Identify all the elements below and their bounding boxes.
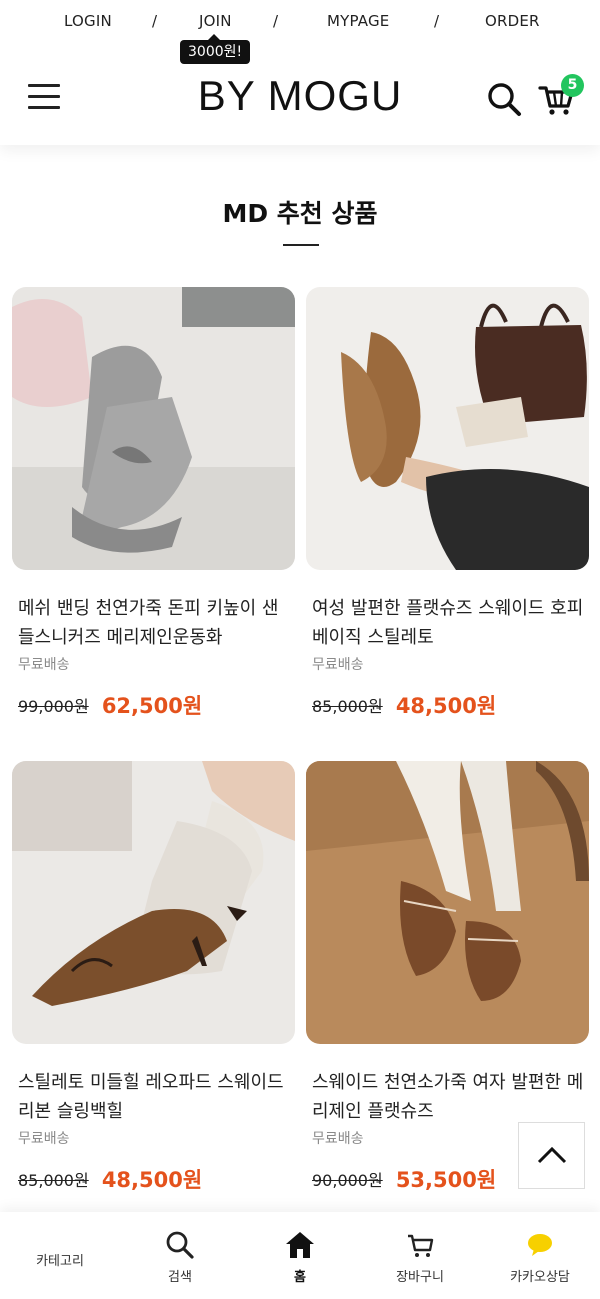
search-icon	[166, 1231, 194, 1259]
price-row: 85,000원 48,500원	[12, 1164, 295, 1194]
bottom-navigation: 카테고리 검색 홈 장바구니 카카오상담	[0, 1212, 600, 1299]
mypage-link[interactable]: MYPAGE	[327, 12, 390, 30]
nav-label: 장바구니	[396, 1270, 444, 1285]
sale-price: 53,500원	[395, 1168, 497, 1192]
product-card[interactable]: 여성 발편한 플랫슈즈 스웨이드 호피 베이직 스틸레토 무료배송 85,000…	[306, 287, 589, 720]
shipping-label: 무료배송	[18, 657, 70, 673]
login-link[interactable]: LOGIN	[64, 12, 112, 30]
link-separator: /	[273, 12, 279, 30]
product-name[interactable]: 여성 발편한 플랫슈즈 스웨이드 호피 베이직 스틸레토	[306, 594, 589, 652]
product-card[interactable]: 스틸레토 미들힐 레오파드 스웨이드 리본 슬링백힐 무료배송 85,000원 …	[12, 761, 295, 1194]
nav-category[interactable]: 카테고리	[0, 1212, 120, 1299]
product-image[interactable]	[306, 287, 589, 570]
title-underline	[283, 244, 319, 246]
product-name[interactable]: 스웨이드 천연소가죽 여자 발편한 메리제인 플랫슈즈	[306, 1068, 589, 1126]
link-separator: /	[152, 12, 158, 30]
product-name[interactable]: 스틸레토 미들힐 레오파드 스웨이드 리본 슬링백힐	[12, 1068, 295, 1126]
original-price: 90,000원	[312, 1171, 383, 1190]
cart-icon	[408, 1234, 434, 1257]
price-row: 85,000원 48,500원	[306, 690, 589, 720]
section-title: MD 추천 상품	[222, 199, 378, 228]
nav-cart[interactable]: 장바구니	[360, 1212, 480, 1299]
sale-price: 62,500원	[101, 694, 203, 718]
kakao-chat-icon	[528, 1234, 552, 1256]
product-image[interactable]	[12, 287, 295, 570]
cart-count-badge: 5	[561, 74, 584, 97]
original-price: 99,000원	[18, 697, 89, 716]
product-image[interactable]	[12, 761, 295, 1044]
sale-price: 48,500원	[101, 1168, 203, 1192]
sale-price: 48,500원	[395, 694, 497, 718]
product-image[interactable]	[306, 761, 589, 1044]
product-card[interactable]: 메쉬 밴딩 천연가죽 돈피 키높이 샌들스니커즈 메리제인운동화 무료배송 99…	[12, 287, 295, 720]
nav-label: 검색	[168, 1270, 192, 1285]
home-icon	[286, 1232, 314, 1258]
link-separator: /	[434, 12, 440, 30]
shipping-label: 무료배송	[18, 1131, 70, 1147]
original-price: 85,000원	[312, 697, 383, 716]
price-row: 99,000원 62,500원	[12, 690, 295, 720]
nav-search[interactable]: 검색	[120, 1212, 240, 1299]
nav-kakao-chat[interactable]: 카카오상담	[480, 1212, 600, 1299]
join-link[interactable]: JOIN	[199, 12, 232, 30]
nav-label: 카테고리	[36, 1254, 84, 1269]
shipping-label: 무료배송	[312, 657, 364, 673]
nav-home[interactable]: 홈	[240, 1212, 360, 1299]
nav-label: 홈	[294, 1270, 306, 1285]
join-reward-badge: 3000원!	[180, 34, 251, 64]
order-link[interactable]: ORDER	[485, 12, 540, 30]
chevron-up-icon	[537, 1146, 567, 1164]
site-header: LOGIN / JOIN / MYPAGE / ORDER 3000원! BY …	[0, 0, 600, 145]
original-price: 85,000원	[18, 1171, 89, 1190]
scroll-to-top-button[interactable]	[518, 1122, 585, 1189]
product-name[interactable]: 메쉬 밴딩 천연가죽 돈피 키높이 샌들스니커즈 메리제인운동화	[12, 594, 295, 652]
search-icon[interactable]	[485, 80, 523, 118]
nav-label: 카카오상담	[510, 1270, 570, 1285]
top-links: LOGIN / JOIN / MYPAGE / ORDER	[0, 0, 600, 40]
